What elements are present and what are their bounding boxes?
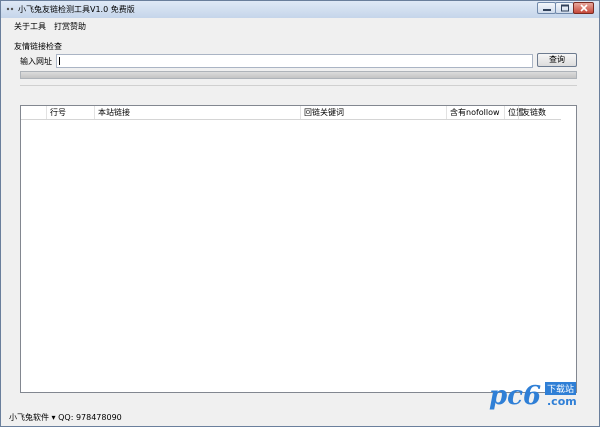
watermark-logo: pc6 下载站 .com — [489, 373, 589, 417]
col-site-link[interactable]: 本站链接 — [94, 106, 300, 119]
col-select[interactable] — [21, 106, 46, 119]
table-header: 行号 本站链接 回链关键词 含有nofollow 位置 友链数 — [21, 106, 561, 120]
menu-bar: 关于工具 打赏赞助 — [1, 18, 599, 34]
progress-bar — [20, 71, 577, 79]
menu-donate[interactable]: 打赏赞助 — [54, 21, 86, 32]
window-title: 小飞兔友链检测工具V1.0 免费版 — [18, 5, 135, 14]
close-button[interactable] — [573, 2, 594, 14]
app-window: 小飞兔友链检测工具V1.0 免费版 关于工具 打赏赞助 友情链接检查 输入网址 … — [0, 0, 600, 427]
maximize-icon — [560, 4, 569, 12]
text-caret — [59, 57, 60, 65]
watermark-logo-text: pc6 — [489, 381, 542, 411]
minimize-icon — [542, 9, 551, 11]
col-position[interactable]: 位置 — [504, 106, 524, 119]
app-icon — [6, 5, 14, 13]
status-company: 小飞兔软件 — [9, 413, 49, 422]
col-row-number[interactable]: 行号 — [46, 106, 94, 119]
group-label: 友情链接检查 — [14, 42, 62, 51]
results-table[interactable]: 行号 本站链接 回链关键词 含有nofollow 位置 友链数 — [20, 105, 577, 393]
title-bar[interactable]: 小飞兔友链检测工具V1.0 免费版 — [1, 1, 599, 18]
minimize-button[interactable] — [537, 2, 556, 14]
col-nofollow[interactable]: 含有nofollow — [446, 106, 504, 119]
status-qq: QQ: 978478090 — [58, 413, 122, 422]
status-text: 小飞兔软件 ▾ QQ: 978478090 — [9, 413, 122, 422]
col-backlink-keyword[interactable]: 回链关键词 — [300, 106, 446, 119]
url-input[interactable] — [56, 54, 533, 68]
query-button[interactable]: 查询 — [537, 53, 577, 67]
close-icon — [579, 4, 588, 12]
menu-about[interactable]: 关于工具 — [14, 21, 46, 32]
col-link-count[interactable]: 友链数 — [518, 106, 561, 119]
divider — [20, 85, 577, 86]
watermark-site: 下载站 — [545, 382, 577, 395]
url-label: 输入网址 — [20, 57, 52, 66]
maximize-button[interactable] — [555, 2, 574, 14]
watermark-domain: .com — [547, 395, 577, 408]
